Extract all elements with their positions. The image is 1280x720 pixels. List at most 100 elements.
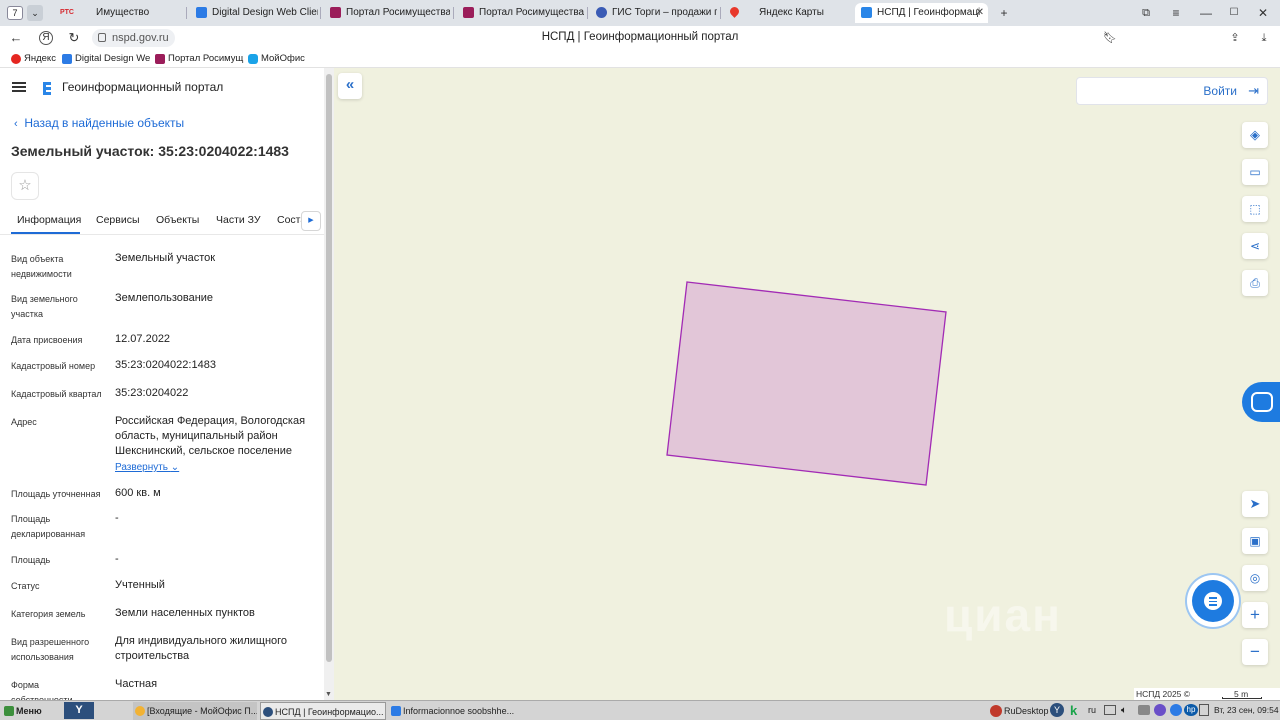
page-title: НСПД | Геоинформационный портал [541,31,739,43]
ruler-icon[interactable]: ▭ [1242,159,1268,185]
chat-bubble-icon [1204,592,1222,610]
taskbar-item-browser[interactable]: НСПД | Геоинформацио... [260,702,386,720]
bookmark-rosim[interactable]: Портал Росимущ [155,52,243,66]
collections-icon[interactable]: ⧉ [1136,4,1156,22]
browser-tab-2[interactable]: Digital Design Web Client [190,3,318,23]
taskbar-item-label: Informacionnoe soobshhe... [403,706,515,716]
zoom-in-button[interactable]: + [1242,602,1268,628]
back-to-results-link[interactable]: ‹ Назад в найденные объекты [14,116,184,131]
clock[interactable]: Вт, 23 сен, 09:54 [1214,701,1279,720]
taskbar-item-label: [Входящие - МойОфис П... [147,706,257,716]
browser-tab-5[interactable]: ГИС Торги – продажи гос [590,3,717,23]
browser-tab-4[interactable]: Портал Росимущества [457,3,584,23]
tray-app-icon[interactable] [1138,705,1150,715]
tray-app-label: RuDesktop [1004,706,1049,716]
taskbar-item-mail[interactable]: [Входящие - МойОфис П... [133,702,257,720]
bookmark-label: МойОфис [261,53,305,64]
keyboard-language[interactable]: ru [1088,701,1096,720]
address-bar-row: ← Я ↻ nspd.gov.ru НСПД | Геоинформационн… [0,26,1280,70]
myoffice-mail-icon [135,706,145,716]
scale-bar [1222,697,1262,699]
browser-tab-3[interactable]: Портал Росимущества [324,3,450,23]
tab-list-dropdown[interactable]: ⌄ [27,5,43,21]
rudesktop-icon [990,705,1002,717]
field-value: 35:23:0204022 [115,387,189,399]
tabs-scroll-right-icon[interactable]: ▶ [301,211,321,231]
tray-rudesktop[interactable]: RuDesktop [988,702,1050,720]
tab-count-button[interactable]: 7 [7,6,23,20]
start-icon [4,706,14,716]
share-icon[interactable]: ⋖ [1242,233,1268,259]
gis-torgi-icon [596,7,607,18]
chat-fab-button[interactable] [1192,580,1234,622]
browser-tab-7-active[interactable]: НСПД | Геоинформаці ✕ [855,3,988,23]
object-info-panel: Геоинформационный портал ‹ Назад в найде… [0,68,324,700]
field-value: - [115,553,119,565]
menu-icon[interactable]: ≡ [1166,4,1186,22]
login-button[interactable]: Войти ⇥ [1076,77,1268,105]
tab-label: Портал Росимущества [346,7,450,18]
map-footer: НСПД 2025 © 5 m [1134,688,1280,700]
favorite-star-icon[interactable]: ☆ [11,172,39,200]
battery-icon[interactable] [1199,704,1209,716]
yandex-maps-icon [728,5,741,18]
bookmark-myoffice[interactable]: МойОфис [248,52,305,66]
parcel-layer [666,281,947,486]
volume-icon[interactable]: 🔈︎ [1121,701,1127,720]
map-canvas[interactable]: циан « Войти ⇥ ◈ ▭ ⬚ ⋖ ⎙ ➤ ▣ ◎ + − НСПД … [334,68,1280,700]
digital-design-icon [62,54,72,64]
collapse-panel-button[interactable]: « [338,73,362,99]
chevron-down-icon: ⌄ [170,462,180,473]
support-chat-tab[interactable] [1242,382,1280,422]
field-label: Дата присвоения [11,335,83,345]
rosim-icon [330,7,341,18]
field-value: 600 кв. м [115,487,161,499]
close-tab-icon[interactable]: ✕ [976,3,984,23]
select-area-icon[interactable]: ⬚ [1242,196,1268,222]
bookmark-digital-design[interactable]: Digital Design We [62,52,150,66]
bookmark-yandex[interactable]: Яндекс [11,52,56,66]
taskbar-item-document[interactable]: Informacionnoe soobshhe... [389,702,515,720]
new-tab-button[interactable]: + [994,4,1014,22]
tray-app-icon[interactable] [1154,704,1166,716]
minimap-icon[interactable]: ▣ [1242,528,1268,554]
login-label: Войти [1203,84,1237,98]
browser-tab-6[interactable]: Яндекс Карты [724,3,852,23]
print-icon[interactable]: ⎙ [1242,270,1268,296]
yandex-tray-icon[interactable]: Y [1050,703,1064,717]
start-label: Меню [16,706,42,716]
browser-tab-1[interactable]: РТС Имущество [56,3,181,23]
maximize-icon[interactable]: ☐ [1224,4,1244,22]
scrollbar-thumb[interactable] [326,74,332,662]
start-menu-button[interactable]: Меню [2,702,58,720]
tab-objects[interactable]: Объекты [156,213,199,227]
close-window-icon[interactable]: ✕ [1253,4,1273,22]
tab-information[interactable]: Информация [17,213,81,227]
layers-icon[interactable]: ◈ [1242,122,1268,148]
panel-scrollbar[interactable]: ▼ [324,68,334,700]
zoom-out-button[interactable]: − [1242,639,1268,665]
hamburger-menu-icon[interactable] [12,82,26,92]
tray-app-icon[interactable] [1170,704,1182,716]
field-label: Форма собственности [11,680,73,700]
bookmark-icon[interactable]: 🔖︎ [1101,29,1119,47]
locate-icon[interactable]: ◎ [1242,565,1268,591]
download-icon[interactable]: ⤓ [1255,29,1273,47]
chat-icon [1251,392,1273,412]
navigate-icon[interactable]: ➤ [1242,491,1268,517]
field-label: Вид объекта недвижимости [11,254,72,279]
kaspersky-icon[interactable]: k [1070,701,1077,720]
land-parcel-polygon[interactable] [666,281,947,486]
expand-address-link[interactable]: Развернуть ⌄ [115,461,179,475]
scroll-down-icon[interactable]: ▼ [325,691,332,698]
yandex-browser-launcher-icon[interactable]: Y [64,702,94,719]
bookmarks-bar: Яндекс Digital Design We Портал Росимущ … [0,50,1280,68]
field-label: Категория земель [11,609,86,619]
monitor-icon[interactable] [1104,705,1116,715]
hp-icon[interactable]: hp [1184,704,1198,716]
tab-parts[interactable]: Части ЗУ [216,213,261,227]
tab-services[interactable]: Сервисы [96,213,140,227]
share-icon[interactable]: ⇪ [1226,29,1244,47]
minimize-icon[interactable]: — [1196,4,1216,22]
os-taskbar: Меню Y [Входящие - МойОфис П... НСПД | Г… [0,700,1280,720]
